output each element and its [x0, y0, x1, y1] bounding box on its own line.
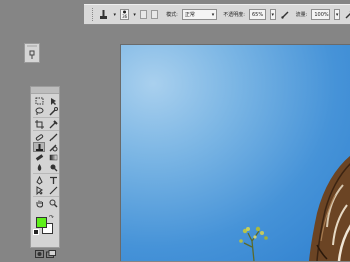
eyedropper-tool-icon[interactable]	[47, 119, 59, 129]
quick-mask-icon[interactable]	[35, 243, 44, 262]
screen-mode-icon[interactable]	[46, 243, 56, 262]
brush-panel-icon[interactable]	[139, 10, 148, 19]
tools-panel-header[interactable]	[31, 87, 59, 94]
chevron-down-icon: ▾	[211, 11, 215, 18]
brush-dropdown-arrow[interactable]: ▾	[133, 12, 136, 18]
dodge-tool-icon[interactable]	[47, 162, 59, 172]
mode-label: 模式:	[166, 12, 178, 18]
clone-source-icon	[29, 50, 35, 59]
clone-stamp-tool-icon[interactable]	[33, 142, 45, 152]
move-tool-icon[interactable]	[47, 96, 59, 106]
shape-tool-icon[interactable]	[47, 185, 59, 195]
plant-sprig	[239, 226, 268, 261]
document-canvas[interactable]	[120, 44, 350, 261]
flow-value: 100%	[314, 11, 329, 18]
brush-preset-picker[interactable]: ● 36	[119, 9, 130, 20]
airbrush-icon[interactable]	[344, 8, 350, 21]
options-bar-grip[interactable]	[92, 8, 94, 21]
opacity-value: 65%	[251, 11, 264, 18]
zoom-tool-icon[interactable]	[47, 198, 59, 208]
photo-content	[239, 155, 350, 261]
opacity-slider-toggle[interactable]: ▾	[269, 9, 276, 20]
eagle-wing	[309, 155, 350, 261]
flow-input[interactable]: 100%	[311, 9, 331, 20]
default-colors-icon[interactable]	[33, 229, 39, 235]
marquee-tool-icon[interactable]	[33, 96, 45, 106]
pressure-opacity-icon[interactable]	[280, 8, 290, 21]
foreground-color-swatch[interactable]	[36, 217, 47, 228]
collapsed-panel[interactable]	[24, 43, 40, 63]
crop-tool-icon[interactable]	[33, 119, 45, 129]
eraser-tool-icon[interactable]	[33, 152, 45, 162]
clone-source-panel-icon[interactable]	[151, 10, 159, 19]
quick-select-tool-icon[interactable]	[47, 106, 59, 116]
gradient-tool-icon[interactable]	[47, 152, 59, 162]
type-tool-icon[interactable]	[47, 175, 59, 185]
opacity-input[interactable]: 65%	[248, 9, 266, 20]
hand-tool-icon[interactable]	[33, 198, 45, 208]
tools-panel: ↷	[30, 86, 60, 258]
preset-dropdown-arrow[interactable]: ▾	[113, 12, 116, 18]
brush-tool-icon[interactable]	[47, 132, 59, 142]
brush-size-value: 36	[122, 14, 128, 19]
clone-stamp-preset-icon[interactable]	[98, 8, 109, 21]
blur-tool-icon[interactable]	[33, 162, 45, 172]
history-brush-tool-icon[interactable]	[47, 142, 59, 152]
flow-slider-toggle[interactable]: ▾	[334, 9, 340, 20]
mode-select[interactable]: 正常 ▾	[181, 9, 218, 20]
opacity-label: 不透明度:	[223, 12, 245, 18]
mode-value: 正常	[184, 12, 195, 18]
flow-label: 流量:	[295, 12, 308, 18]
path-select-tool-icon[interactable]	[33, 185, 45, 195]
lasso-tool-icon[interactable]	[33, 106, 45, 116]
pen-tool-icon[interactable]	[33, 175, 45, 185]
options-bar: ▾ ● 36 ▾ 模式: 正常 ▾ 不透明度: 65% ▾ 流量: 100% ▾	[84, 4, 350, 25]
healing-brush-tool-icon[interactable]	[33, 132, 45, 142]
swap-colors-icon[interactable]: ↷	[49, 214, 54, 221]
